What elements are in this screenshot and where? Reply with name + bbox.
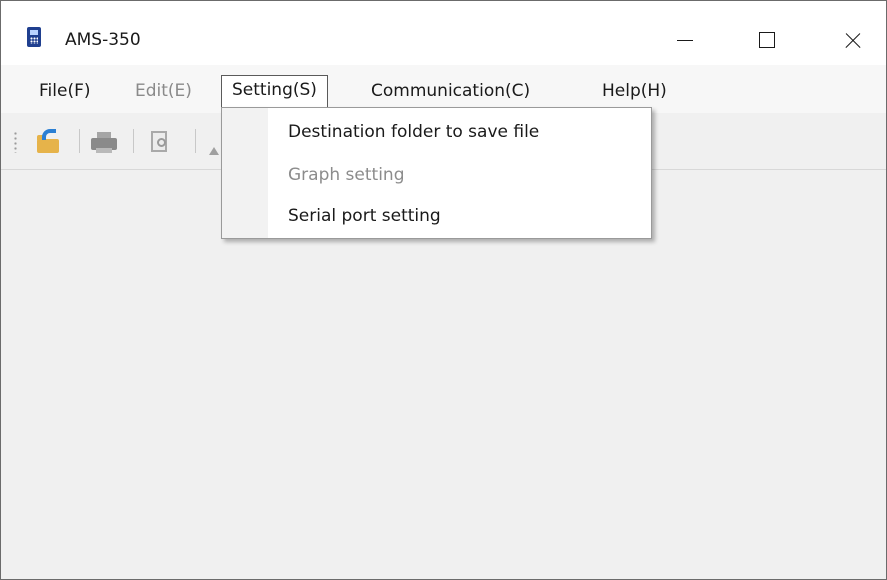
menu-bar: File(F) Edit(E) Setting(S) Communication… [1, 65, 886, 113]
menu-help[interactable]: Help(H) [602, 77, 667, 105]
menu-item-destination-folder[interactable]: Destination folder to save file [288, 116, 539, 148]
minimize-button[interactable] [661, 23, 705, 57]
menu-icon-gutter [222, 108, 268, 238]
toolbar-grip-icon[interactable] [14, 131, 17, 153]
print-button[interactable] [89, 129, 119, 155]
menu-item-serial-port-setting[interactable]: Serial port setting [288, 200, 441, 232]
calculator-icon [27, 27, 41, 47]
toolbar-separator [79, 129, 80, 153]
app-window: AMS-350 File(F) Edit(E) Setting(S) Commu… [0, 0, 887, 580]
close-button[interactable] [831, 23, 875, 57]
window-title: AMS-350 [65, 30, 141, 50]
menu-file[interactable]: File(F) [39, 77, 91, 105]
maximize-button[interactable] [747, 23, 791, 57]
toolbar-separator [133, 129, 134, 153]
menu-edit[interactable]: Edit(E) [135, 77, 192, 105]
menu-item-graph-setting[interactable]: Graph setting [288, 159, 405, 191]
print-preview-button[interactable] [147, 129, 177, 155]
setting-dropdown-menu: Destination folder to save file Graph se… [221, 107, 652, 239]
menu-setting[interactable]: Setting(S) [221, 75, 328, 108]
menu-communication[interactable]: Communication(C) [371, 77, 530, 105]
title-bar[interactable]: AMS-350 [1, 1, 886, 65]
toolbar-separator [195, 129, 196, 153]
open-folder-button[interactable] [35, 129, 65, 155]
